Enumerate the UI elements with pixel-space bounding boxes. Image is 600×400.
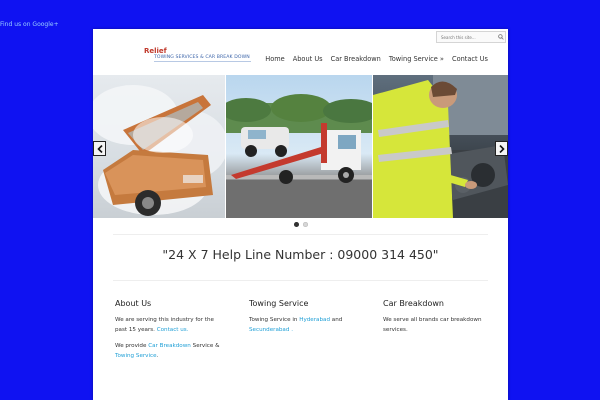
- towing-service-text: Towing Service in: [249, 317, 298, 323]
- towing-and-text: and: [331, 317, 343, 323]
- car-breakdown-column: Car Breakdown We serve all brands car br…: [383, 299, 489, 341]
- about-us-paragraph-2: We provide Car Breakdown Service & Towin…: [115, 341, 221, 361]
- contact-us-link[interactable]: Contact us.: [157, 327, 189, 333]
- nav-towing-service[interactable]: Towing Service »: [389, 55, 444, 63]
- towing-service-paragraph: Towing Service in Hyderabad and Secunder…: [249, 315, 355, 335]
- car-breakdown-link[interactable]: Car Breakdown: [148, 343, 191, 349]
- secunderabad-link[interactable]: Secunderabad: [249, 327, 289, 333]
- image-slider[interactable]: [93, 75, 508, 218]
- slider-dots: [93, 222, 508, 227]
- about-us-column: About Us We are serving this industry fo…: [115, 299, 221, 367]
- site-container: Relief TOWING SERVICES & CAR BREAK DOWN …: [93, 29, 508, 400]
- search-box[interactable]: [436, 31, 506, 43]
- logo-underline: [154, 61, 251, 62]
- about-us-service-text: Service &: [192, 343, 220, 349]
- towing-service-link[interactable]: Towing Service: [115, 353, 157, 359]
- about-us-paragraph-1: We are serving this industry for the pas…: [115, 315, 221, 335]
- slider-prev-button[interactable]: [93, 141, 106, 156]
- helpline-heading: "24 X 7 Help Line Number : 09000 314 450…: [162, 247, 439, 262]
- about-us-title: About Us: [115, 299, 152, 308]
- about-us-provide-text: We provide: [115, 343, 147, 349]
- hyderabad-link[interactable]: Hyderabad: [299, 317, 330, 323]
- slider-dot-2[interactable]: [302, 222, 308, 227]
- car-breakdown-title: Car Breakdown: [383, 299, 444, 308]
- slide-image-tow-truck: [226, 75, 372, 218]
- towing-service-column: Towing Service Towing Service in Hyderab…: [249, 299, 355, 341]
- main-nav: Home About Us Car Breakdown Towing Servi…: [265, 55, 488, 63]
- towing-service-title: Towing Service: [249, 299, 309, 308]
- slider-next-button[interactable]: [495, 141, 508, 156]
- google-plus-link[interactable]: Find us on Google+: [0, 21, 59, 28]
- about-us-period: .: [156, 353, 159, 359]
- search-icon[interactable]: [497, 33, 505, 41]
- chevron-left-icon: [96, 144, 103, 153]
- logo-tagline[interactable]: TOWING SERVICES & CAR BREAK DOWN: [154, 55, 250, 60]
- towing-period: .: [291, 327, 293, 333]
- car-breakdown-paragraph: We serve all brands car breakdown servic…: [383, 317, 482, 333]
- nav-car-breakdown[interactable]: Car Breakdown: [331, 55, 381, 63]
- divider-bottom: [113, 280, 488, 281]
- logo-title[interactable]: Relief: [144, 47, 167, 55]
- slider-dot-1[interactable]: [293, 222, 299, 227]
- search-input[interactable]: [437, 32, 497, 42]
- nav-contact-us[interactable]: Contact Us: [452, 55, 488, 63]
- slide-image-mechanic: [373, 75, 508, 218]
- chevron-right-icon: [498, 144, 505, 153]
- nav-about-us[interactable]: About Us: [293, 55, 323, 63]
- divider-top: [113, 234, 488, 235]
- nav-home[interactable]: Home: [265, 55, 284, 63]
- slide-image-smoking-car: [93, 75, 225, 218]
